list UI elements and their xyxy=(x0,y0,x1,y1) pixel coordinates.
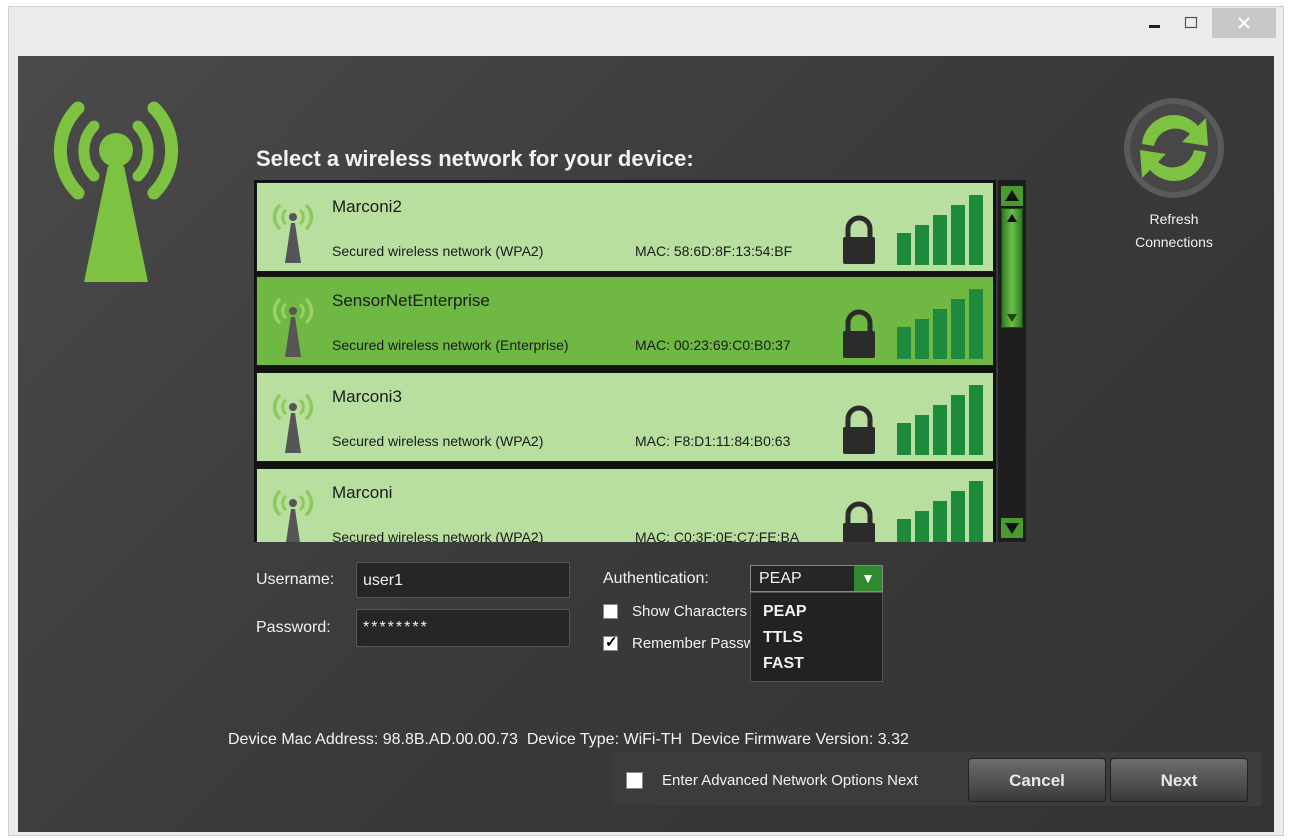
network-name: SensorNetEnterprise xyxy=(332,291,490,310)
dropdown-arrow-icon[interactable]: ▼ xyxy=(854,566,882,591)
lock-icon xyxy=(843,405,875,454)
network-row[interactable]: Marconi3 Secured wireless network (WPA2)… xyxy=(256,372,994,462)
network-mac: MAC: F8:D1:11:84:B0:63 xyxy=(635,433,791,449)
dropdown-option[interactable]: PEAP xyxy=(763,603,807,621)
chevron-up-icon xyxy=(1007,214,1017,222)
network-security: Secured wireless network (Enterprise) xyxy=(332,337,569,353)
lock-icon xyxy=(843,501,875,542)
password-field[interactable]: ******** xyxy=(356,609,570,647)
lock-icon xyxy=(843,309,875,358)
authentication-label: Authentication: xyxy=(603,570,709,587)
refresh-label: Refresh Connections xyxy=(1135,211,1213,250)
wireless-tower-icon xyxy=(53,101,179,282)
advanced-options-label: Enter Advanced Network Options Next xyxy=(662,772,918,789)
network-name: Marconi xyxy=(332,483,393,502)
network-mac: MAC: 00:23:69:C0:B0:37 xyxy=(635,337,791,353)
remember-password-label: Remember Password xyxy=(632,635,750,652)
network-tower-icon xyxy=(272,489,314,542)
network-tower-icon xyxy=(272,393,314,453)
network-security: Secured wireless network (WPA2) xyxy=(332,433,544,449)
network-name: Marconi2 xyxy=(332,197,402,216)
network-tower-icon xyxy=(272,203,314,263)
minimize-icon[interactable] xyxy=(1140,8,1170,38)
advanced-options-checkbox[interactable] xyxy=(626,772,643,789)
network-security: Secured wireless network (WPA2) xyxy=(332,243,544,259)
username-label: Username: xyxy=(256,571,335,588)
chevron-down-icon xyxy=(1007,314,1017,322)
network-tower-icon xyxy=(272,297,314,357)
network-row[interactable]: SensorNetEnterprise Secured wireless net… xyxy=(256,276,994,366)
dropdown-option[interactable]: FAST xyxy=(763,655,804,673)
scroll-up-icon[interactable] xyxy=(1001,186,1023,206)
show-characters-label: Show Characters xyxy=(632,603,748,620)
authentication-dropdown-list: PEAP TTLS FAST xyxy=(750,592,883,682)
remember-password-checkbox[interactable] xyxy=(603,633,618,651)
maximize-icon[interactable] xyxy=(1176,8,1206,38)
page-title: Select a wireless network for your devic… xyxy=(256,146,694,171)
scroll-thumb[interactable] xyxy=(1001,208,1023,328)
next-button[interactable]: Next xyxy=(1110,758,1248,802)
cancel-button[interactable]: Cancel xyxy=(968,758,1106,802)
lock-icon xyxy=(843,215,875,264)
signal-strength-icon xyxy=(897,481,983,542)
network-security: Secured wireless network (WPA2) xyxy=(332,529,544,542)
device-info: Device Mac Address: 98.8B.AD.00.00.73 De… xyxy=(228,731,909,748)
network-row[interactable]: Marconi Secured wireless network (WPA2) … xyxy=(256,468,994,542)
password-label: Password: xyxy=(256,619,331,636)
authentication-value: PEAP xyxy=(759,570,802,587)
signal-strength-icon xyxy=(897,289,983,359)
refresh-button[interactable]: Refresh Connections xyxy=(1120,96,1228,256)
signal-strength-icon xyxy=(897,385,983,455)
network-mac: MAC: C0:3F:0E:C7:FE:BA xyxy=(635,529,800,542)
network-row[interactable]: Marconi2 Secured wireless network (WPA2)… xyxy=(256,182,994,272)
dropdown-option[interactable]: TTLS xyxy=(763,629,803,647)
signal-strength-icon xyxy=(897,195,983,265)
username-field[interactable]: user1 xyxy=(356,562,570,598)
refresh-icon xyxy=(1124,98,1224,198)
network-list-scrollbar[interactable] xyxy=(998,180,1026,542)
network-list: Marconi2 Secured wireless network (WPA2)… xyxy=(254,180,996,542)
show-characters-checkbox[interactable] xyxy=(603,604,618,619)
scroll-down-icon[interactable] xyxy=(1001,518,1023,538)
authentication-select[interactable]: PEAP ▼ xyxy=(750,565,883,592)
network-name: Marconi3 xyxy=(332,387,402,406)
network-mac: MAC: 58:6D:8F:13:54:BF xyxy=(635,243,793,259)
close-icon[interactable] xyxy=(1212,8,1276,38)
